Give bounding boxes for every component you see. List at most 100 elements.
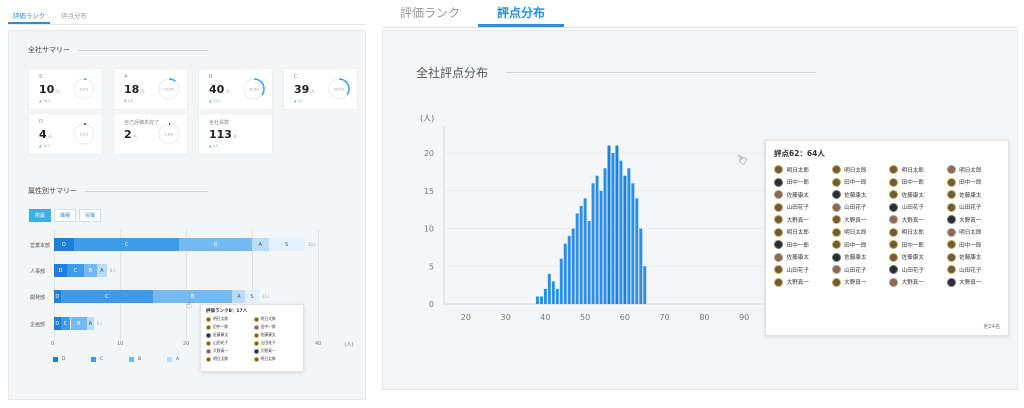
histogram-bar[interactable] — [567, 236, 571, 304]
person-name: 田中一郎 — [901, 242, 924, 249]
bar-segment-c[interactable]: C — [60, 317, 71, 330]
histogram-bar[interactable] — [587, 221, 591, 304]
person-name: 山田花子 — [213, 340, 229, 345]
summary-card[interactable]: 自己評価未完了 2人 1.6% — [113, 113, 188, 155]
company-summary-title: 全社サマリー — [28, 45, 208, 55]
histogram-bar[interactable] — [607, 145, 611, 304]
histogram-bar[interactable] — [615, 145, 619, 304]
tooltip-person: 大野真一 — [946, 215, 1001, 224]
bar-segment-b[interactable]: B — [153, 290, 233, 303]
bar-segment-a[interactable]: A — [252, 238, 269, 251]
legend-label: C — [100, 357, 104, 362]
histogram-bar[interactable] — [563, 243, 567, 304]
avatar — [206, 332, 211, 338]
histogram-bar[interactable] — [535, 296, 539, 304]
tooltip-person: 佐藤康太 — [774, 252, 828, 262]
histogram-bar[interactable] — [555, 288, 559, 304]
person-name: 山田花子 — [844, 267, 867, 274]
bar-segment-s[interactable]: S — [268, 238, 305, 251]
card-unit: 人 — [232, 135, 238, 140]
tab-rank[interactable]: 評価ランク — [8, 10, 50, 24]
histogram-bar[interactable] — [547, 273, 551, 304]
filter-affiliation[interactable]: 所属 — [29, 209, 52, 222]
tooltip-title: 評価ランクB：17人 — [206, 309, 248, 314]
summary-card[interactable]: C 39人 ▲ 4人 34.5% — [283, 68, 358, 110]
bar-segment-d[interactable]: D — [54, 238, 74, 251]
summary-card[interactable]: S 10人 ▲ 16人 4.0% — [28, 68, 103, 110]
row-label: 人事部 — [30, 269, 46, 275]
bar-segment-a[interactable]: A — [96, 264, 107, 277]
tooltip-person: 大野真一 — [946, 277, 1001, 287]
histogram-bar[interactable] — [603, 168, 607, 304]
histogram-bar[interactable] — [571, 228, 575, 304]
score-histogram: (人) 0 5 10 15 20 20 30 40 50 60 70 80 90 — [420, 114, 772, 322]
ring-percent: 3.5% — [80, 133, 89, 137]
person-name: 明日太郎 — [901, 167, 924, 174]
histogram-bar[interactable] — [619, 160, 623, 304]
histogram-bar[interactable] — [631, 183, 635, 304]
card-unit: 人 — [55, 90, 60, 95]
bar-segment-d[interactable]: D — [54, 264, 68, 277]
histogram-bar[interactable] — [599, 190, 603, 304]
histogram-bar[interactable] — [591, 183, 595, 304]
bar-segment-c[interactable]: C — [60, 290, 153, 303]
histogram-bar[interactable] — [575, 213, 579, 304]
histogram-bar[interactable] — [551, 281, 555, 304]
summary-card[interactable]: 全社員数 113人 ▲ 4人 — [198, 113, 273, 155]
summary-card[interactable]: D 4人 ▲ 10人 3.5% — [28, 113, 103, 155]
card-unit: 人 — [225, 90, 230, 95]
bar-segment-b[interactable]: B — [179, 238, 252, 251]
person-name: 明日太郎 — [844, 230, 867, 236]
tooltip-person: 山田花子 — [253, 340, 299, 346]
tooltip-person: 明日太郎 — [206, 356, 251, 362]
bar-segment-a[interactable]: A — [87, 317, 94, 330]
person-name: 大野真一 — [901, 280, 924, 286]
histogram-bar[interactable] — [635, 198, 639, 304]
histogram-bar[interactable] — [623, 175, 627, 304]
histogram-bar[interactable] — [643, 266, 647, 304]
histogram-bar[interactable] — [595, 175, 599, 304]
histogram-bar[interactable] — [611, 153, 615, 304]
summary-card[interactable]: A 18人 ▼ 2人 10.9% — [113, 68, 188, 110]
avatar — [253, 356, 259, 362]
bar-segment-s[interactable]: S — [245, 290, 259, 303]
histogram-bar[interactable] — [579, 205, 583, 304]
bar-segment-c[interactable]: C — [73, 238, 180, 251]
summary-card[interactable]: B 40人 ▲ 10人 35.4% — [198, 68, 273, 110]
person-name: 大野真一 — [959, 217, 982, 224]
histogram-bar[interactable] — [639, 228, 643, 304]
person-name: 田中一郎 — [213, 324, 229, 329]
filter-job-type[interactable]: 職種 — [54, 209, 77, 222]
histogram-bar[interactable] — [539, 296, 543, 304]
y-tick-label: 15 — [424, 187, 434, 196]
grid-line — [318, 230, 319, 340]
legend-item: A — [167, 357, 179, 362]
left-tab-bar: 評価ランク 評点分布 — [8, 10, 366, 25]
tab-distribution[interactable]: 評点分布 — [478, 0, 564, 27]
person-name: 明日太郎 — [901, 230, 924, 236]
histogram-bar[interactable] — [543, 288, 547, 304]
bar-segment-b[interactable]: B — [70, 317, 87, 330]
histogram-bar[interactable] — [627, 168, 631, 304]
bar-segment-d[interactable]: D — [54, 290, 61, 303]
histogram-bar[interactable] — [559, 258, 563, 304]
card-count: 4 — [39, 128, 47, 141]
bar-segment-a[interactable]: A — [232, 290, 246, 303]
row-total: 31人 — [261, 294, 271, 299]
avatar — [889, 202, 898, 212]
row-total: 6人 — [96, 321, 104, 326]
bar-segment-d[interactable]: D — [54, 317, 61, 330]
card-value: 2人 — [124, 128, 137, 141]
card-delta: ▲ 10人 — [39, 144, 51, 148]
tab-distribution[interactable]: 評点分布 — [50, 10, 98, 24]
bar-segment-b[interactable]: B — [83, 264, 97, 277]
tab-rank[interactable]: 評価ランク — [382, 0, 478, 27]
filter-position[interactable]: 役職 — [79, 209, 102, 222]
bar-segment-c[interactable]: C — [67, 264, 84, 277]
tooltip-person: 明日太郎 — [774, 227, 828, 237]
histogram-bar[interactable] — [583, 198, 587, 304]
card-delta: ▲ 4人 — [209, 144, 219, 148]
more-count: 他24名 — [983, 324, 1000, 330]
x-tick-label: 10 — [117, 341, 124, 347]
card-value: 18人 — [124, 83, 145, 96]
